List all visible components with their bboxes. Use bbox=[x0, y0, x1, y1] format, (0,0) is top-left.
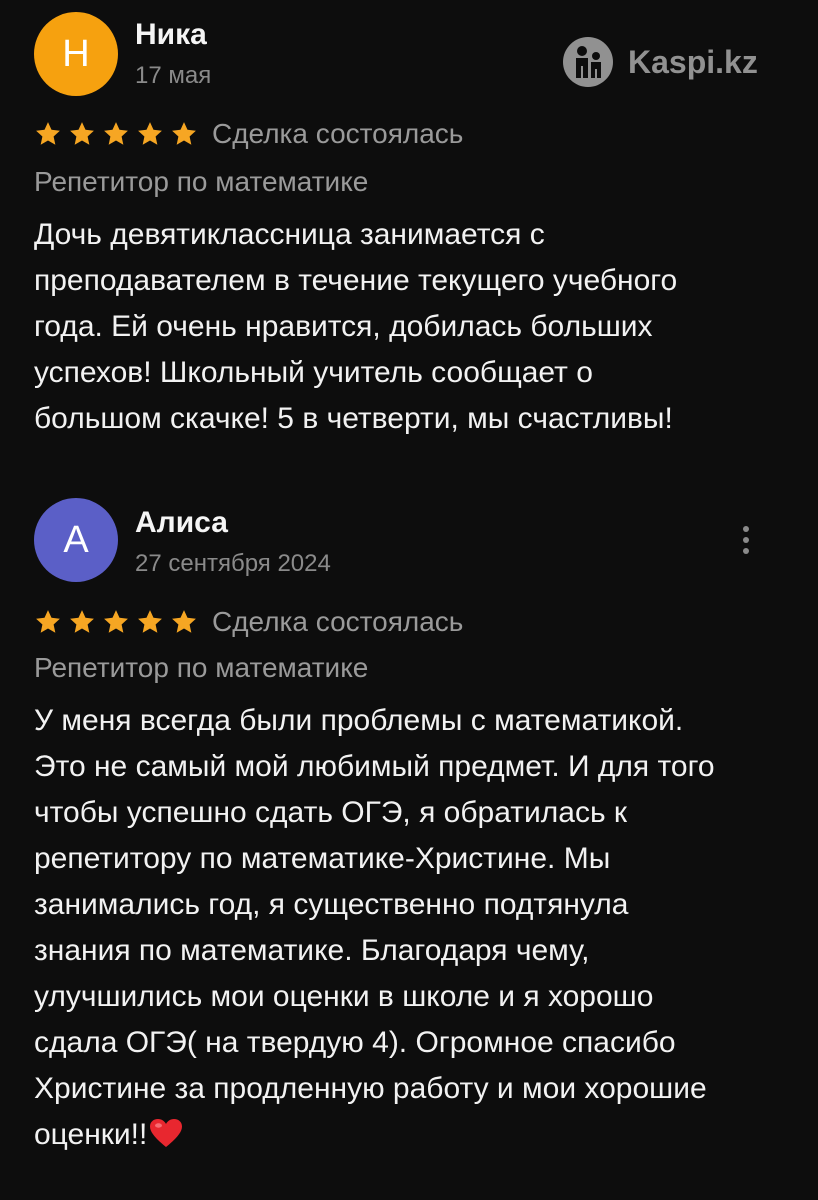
review-text-line: Это не самый мой любимый предмет. И для … bbox=[34, 750, 715, 783]
review-text-line: сдала ОГЭ( на твердую 4). Огромное спаси… bbox=[34, 1026, 676, 1059]
service-category: Репетитор по математике bbox=[34, 652, 369, 683]
kaspi-watermark-text: Kaspi.kz bbox=[628, 43, 758, 80]
review-text-line-last: оценки!! bbox=[34, 1112, 794, 1158]
avatar: А bbox=[34, 498, 118, 582]
avatar-letter: Н bbox=[62, 32, 90, 75]
deal-status: Сделка состоялась bbox=[212, 118, 464, 149]
review-text-line: чтобы успешно сдать ОГЭ, я обратилась к bbox=[34, 796, 628, 829]
service-category: Репетитор по математике bbox=[34, 166, 369, 197]
review-text-line: знания по математике. Благодаря чему, bbox=[34, 934, 590, 967]
review-text-line: репетитору по математике-Христине. Мы bbox=[34, 842, 611, 875]
review-text: У меня всегда были проблемы с математико… bbox=[34, 698, 794, 1158]
star-icon bbox=[70, 610, 94, 633]
rating-stars bbox=[34, 120, 198, 148]
more-dot-icon bbox=[743, 526, 749, 532]
star-icon bbox=[36, 122, 60, 145]
star-icon bbox=[138, 122, 162, 145]
avatar-letter: А bbox=[63, 518, 89, 561]
review-text-line: улучшились мои оценки в школе и я хорошо bbox=[34, 980, 654, 1013]
more-dot-icon bbox=[743, 537, 749, 543]
star-icon bbox=[172, 610, 196, 633]
star-icon bbox=[104, 610, 128, 633]
star-icon bbox=[172, 122, 196, 145]
review-text-line: преподавателем в течение текущего учебно… bbox=[34, 264, 678, 297]
author-name: Алиса bbox=[135, 506, 228, 539]
review-text-line: Христине за продленную работу и мои хоро… bbox=[34, 1072, 707, 1105]
review-text: Дочь девятиклассница занимается с препод… bbox=[34, 212, 794, 442]
review-text-line: оценки!! bbox=[34, 1118, 148, 1151]
more-dot-icon bbox=[743, 548, 749, 554]
review-text-line: занимались год, я существенно подтянула bbox=[34, 888, 629, 921]
rating-row: Сделка состоялась bbox=[34, 602, 463, 642]
kaspi-watermark: Kaspi.kz bbox=[562, 36, 758, 88]
more-options-button[interactable] bbox=[728, 518, 764, 562]
deal-status: Сделка состоялась bbox=[212, 606, 464, 637]
review-date: 17 мая bbox=[135, 62, 212, 89]
author-name: Ника bbox=[135, 18, 207, 51]
review-text-line: большом скачке! 5 в четверти, мы счастли… bbox=[34, 402, 673, 435]
rating-row: Сделка состоялась bbox=[34, 114, 463, 154]
review-text-line: успехов! Школьный учитель сообщает о bbox=[34, 356, 593, 389]
kaspi-logo-icon bbox=[563, 37, 613, 87]
review-date: 27 сентября 2024 bbox=[135, 550, 331, 577]
review-text-line: Дочь девятиклассница занимается с bbox=[34, 218, 545, 251]
rating-stars bbox=[34, 608, 198, 636]
star-icon bbox=[104, 122, 128, 145]
review-text-line: У меня всегда были проблемы с математико… bbox=[34, 704, 684, 737]
avatar: Н bbox=[34, 12, 118, 96]
review-text-line: года. Ей очень нравится, добилась больши… bbox=[34, 310, 653, 343]
star-icon bbox=[70, 122, 94, 145]
red-heart-icon bbox=[150, 1119, 183, 1147]
star-icon bbox=[138, 610, 162, 633]
star-icon bbox=[36, 610, 60, 633]
